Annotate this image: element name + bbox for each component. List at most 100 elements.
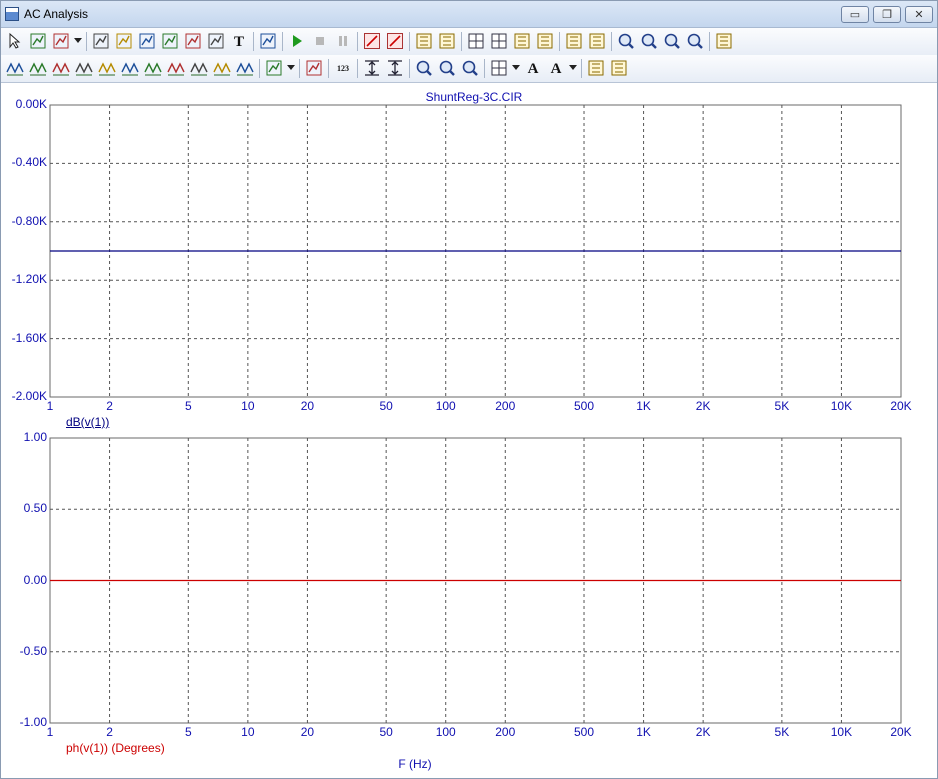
peak-icon [52,62,70,76]
properties-button[interactable] [258,31,278,51]
magnify-plus-button[interactable] [414,58,434,78]
zoom-out-button[interactable] [639,31,659,51]
inflection-button[interactable] [143,58,163,78]
y-tick-label: -0.80K [11,213,47,228]
y-tick-label: -0.50 [19,643,47,658]
select-arrow-button[interactable] [5,31,25,51]
svg-text:A: A [528,61,539,77]
digits-button[interactable]: 123 [333,58,353,78]
x-tick-label: 20 [300,725,315,739]
cursor-mode-button[interactable] [114,31,134,51]
pan-hand-button[interactable] [28,31,48,51]
formula-button[interactable] [206,31,226,51]
grid-button[interactable] [466,31,486,51]
plot-canvas [49,104,902,724]
point-tag-button[interactable] [137,31,157,51]
axis-button[interactable] [512,31,532,51]
high-icon [98,62,116,76]
scale-button[interactable] [91,31,111,51]
grid-layout-dropdown-arrow[interactable] [512,65,520,70]
inflection-icon [144,62,162,76]
global-low-button[interactable] [189,58,209,78]
next-simulation-button[interactable] [5,58,25,78]
restore-button[interactable]: ❐ [873,6,901,23]
copy-plot-icon [588,60,604,76]
separate-plots-button[interactable] [564,31,584,51]
font-button[interactable]: A [523,58,543,78]
zoom-in-button[interactable] [616,31,636,51]
grid-layout-button[interactable] [489,58,509,78]
minimize-button[interactable]: ▭ [841,6,869,23]
svg-text:A: A [551,61,562,77]
magnify-plus-icon [416,60,432,76]
valley-button[interactable] [74,58,94,78]
stop-button[interactable] [310,31,330,51]
tokens-button[interactable] [385,31,405,51]
toolbar-separator [709,32,710,51]
paste-plot-button[interactable] [609,58,629,78]
global-high-button[interactable] [166,58,186,78]
low-button[interactable] [120,58,140,78]
minor-grid-button[interactable] [489,31,509,51]
horizontal-tag-button[interactable] [160,31,180,51]
toolbar-separator [357,59,358,78]
zoom-fit-button[interactable] [662,31,682,51]
same-y-scales-button[interactable] [587,31,607,51]
properties-icon [260,33,276,49]
ruler-button[interactable] [414,31,434,51]
series-label[interactable]: ph(v(1)) (Degrees) [66,741,165,755]
clipboard-button[interactable] [264,58,284,78]
zoom-in-icon [618,33,634,49]
select-arrow-icon [9,32,21,49]
copy-plot-button[interactable] [586,58,606,78]
x-tick-label: 5K [774,725,790,739]
fit-height-button[interactable] [385,58,405,78]
prev-simulation-button[interactable] [28,58,48,78]
peak-button[interactable] [51,58,71,78]
x-tick-label: 5 [184,399,192,413]
y-tick-label: -1.20K [11,272,47,287]
text-style-button[interactable]: A [546,58,566,78]
plot-properties-button[interactable] [714,31,734,51]
toolbar-separator [581,59,582,78]
close-icon: ✕ [914,9,924,21]
magnify-minus-button[interactable] [437,58,457,78]
x-tick-label: 5K [774,399,790,413]
x-tick-label: 2K [695,399,711,413]
clipboard-dropdown-arrow[interactable] [287,65,295,70]
x-tick-label: 50 [379,399,393,413]
numeric-output-button[interactable] [304,58,324,78]
bottom-icon [236,62,254,76]
run-button[interactable] [287,31,307,51]
high-button[interactable] [97,58,117,78]
text-button[interactable]: T [229,31,249,51]
x-tick-label: 2K [695,725,711,739]
magnify-minus-icon [439,60,455,76]
horizontal-axis-button[interactable] [535,31,555,51]
magnify-fit-button[interactable] [460,58,480,78]
zoom-fit-icon [664,33,680,49]
title-bar[interactable]: AC Analysis ▭ ❐ ✕ [1,1,937,28]
toolbar-separator [409,32,410,51]
scale-dropdown-dropdown-arrow[interactable] [74,38,82,43]
toolbar-separator [282,32,283,51]
x-tick-label: 100 [435,399,456,413]
x-tick-label: 10 [241,399,255,413]
svg-text:T: T [234,34,244,50]
scale-dropdown-button[interactable] [51,31,71,51]
vertical-tag-button[interactable] [183,31,203,51]
fit-width-button[interactable] [362,58,382,78]
close-button[interactable]: ✕ [905,6,933,23]
x-tick-label: 10K [830,399,853,413]
data-points-button[interactable] [362,31,382,51]
series-label[interactable]: dB(v(1)) [66,415,109,429]
pause-icon [339,36,347,46]
bottom-button[interactable] [235,58,255,78]
plus-mode-button[interactable] [437,31,457,51]
text-style-dropdown-arrow[interactable] [569,65,577,70]
plot-area[interactable]: 1 2 5 10 20 50 100 200 500 1K 2K 5K 10K 20K 0.00K -0.40… [1,84,937,778]
top-button[interactable] [212,58,232,78]
zoom-window-button[interactable] [685,31,705,51]
tokens-icon [387,33,403,49]
pause-button[interactable] [333,31,353,51]
